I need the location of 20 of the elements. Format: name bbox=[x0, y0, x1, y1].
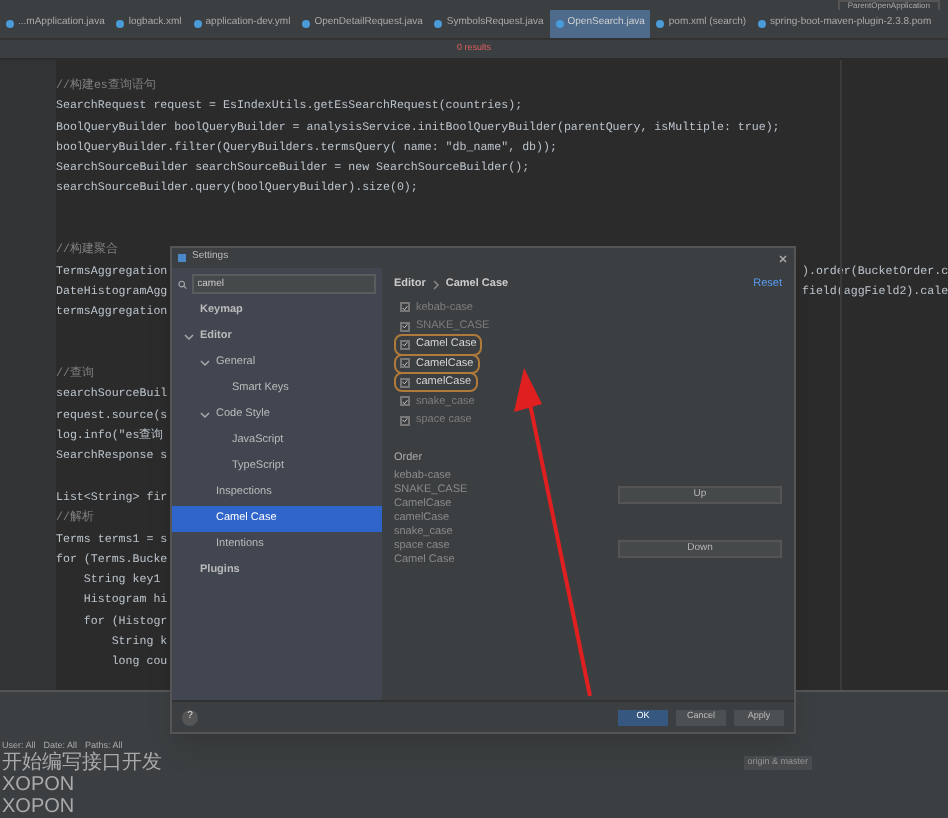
checkmark-icon bbox=[402, 416, 408, 425]
commit-message[interactable]: XOPON bbox=[2, 796, 812, 818]
checkmark-icon bbox=[402, 378, 408, 387]
search-icon bbox=[178, 279, 188, 289]
file-icon bbox=[758, 20, 767, 28]
file-icon bbox=[6, 20, 14, 28]
file-icon bbox=[302, 20, 311, 28]
file-icon bbox=[434, 20, 443, 28]
app-icon bbox=[178, 254, 186, 262]
file-icon bbox=[555, 20, 564, 28]
commit-message[interactable]: 开始编写接口开发 bbox=[2, 752, 744, 774]
file-icon bbox=[656, 20, 665, 28]
chevron-icon bbox=[431, 279, 440, 289]
close-icon[interactable] bbox=[778, 253, 788, 263]
checkmark-icon bbox=[402, 397, 408, 406]
commit-message[interactable]: XOPON bbox=[2, 774, 812, 796]
file-icon bbox=[116, 20, 125, 28]
checkmark-icon bbox=[402, 303, 408, 312]
checkmark-icon bbox=[402, 359, 408, 368]
file-icon bbox=[193, 20, 202, 28]
